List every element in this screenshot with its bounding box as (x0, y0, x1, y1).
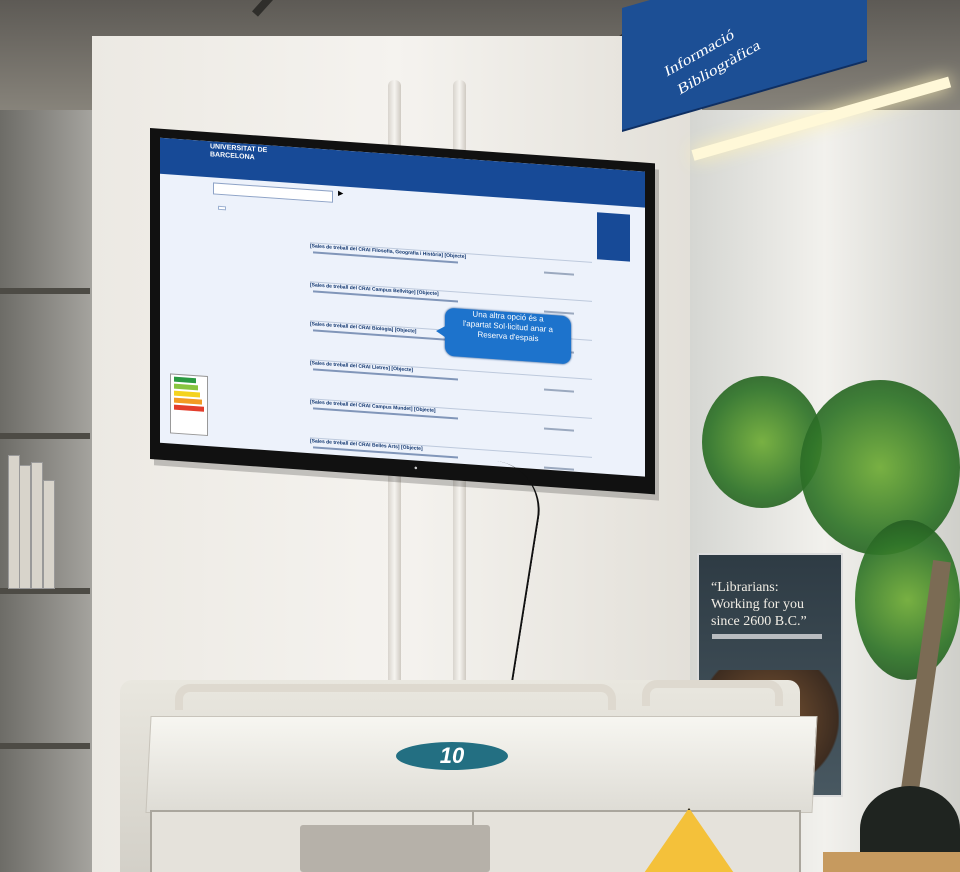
cart-rail (175, 684, 616, 710)
energy-label (170, 373, 208, 437)
date-placeholder (544, 427, 574, 432)
filter-sidebar (215, 245, 300, 431)
catalog-tab[interactable] (218, 205, 226, 211)
cart-sticker (300, 825, 490, 872)
play-icon[interactable]: ▶ (338, 189, 343, 197)
energy-band (174, 383, 198, 391)
book (19, 465, 31, 589)
energy-band (174, 376, 196, 384)
tv-screen: UNIVERSITAT DE BARCELONA ▶ [Sales de tre… (160, 137, 645, 477)
shelf (0, 743, 90, 749)
university-logo: UNIVERSITAT DE BARCELONA (210, 143, 267, 163)
tv-brand-logo: ● (414, 465, 418, 472)
quote-line: Working for you (711, 597, 804, 612)
poster-subtitle-line (712, 634, 822, 639)
plant-leaves (800, 380, 960, 555)
search-input[interactable] (213, 182, 333, 203)
date-placeholder (544, 271, 574, 276)
library-desk-photo: Informació Bibliogràfica UNIVERSITAT DE … (0, 0, 960, 872)
right-menu[interactable] (597, 212, 630, 262)
energy-band (174, 404, 204, 412)
quote-line: since 2600 B.C.” (711, 614, 807, 629)
room-reservation-tooltip: Una altra opció és a l'apartat Sol·licit… (445, 307, 571, 365)
quote-line: “Librarians: (711, 580, 779, 595)
book (43, 480, 55, 589)
energy-band (174, 390, 200, 398)
shelf (0, 433, 90, 439)
date-placeholder (544, 466, 574, 471)
cart-door (472, 810, 801, 872)
cart-number-badge: 10 (396, 742, 508, 770)
cardboard-box (823, 852, 960, 872)
cart-rail (642, 680, 783, 706)
poster-quote: “Librarians: Working for you since 2600 … (711, 579, 815, 630)
energy-band (174, 397, 202, 405)
shelf (0, 288, 90, 294)
date-placeholder (544, 388, 574, 393)
wall-tv: UNIVERSITAT DE BARCELONA ▶ [Sales de tre… (150, 128, 655, 495)
book (31, 462, 43, 589)
